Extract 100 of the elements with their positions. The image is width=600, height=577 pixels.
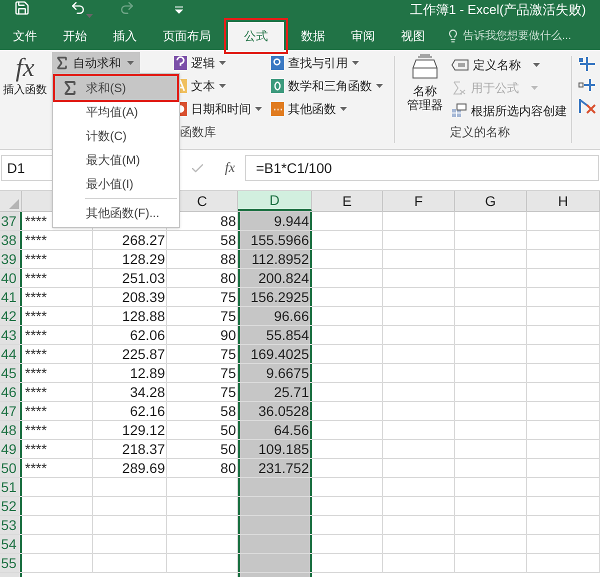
save-icon[interactable] [14,0,30,16]
sigma-icon [54,54,70,70]
insert-function-icon[interactable]: fx [224,158,235,178]
ribbon-tab[interactable]: 视图 [388,22,438,50]
table-cell: 225.87 [93,345,167,363]
table-cell: 12.89 [93,364,167,382]
table-cell: **** [22,402,93,420]
ribbon-tab[interactable]: 页面布局 [150,22,224,50]
table-cell: 62.06 [93,326,167,344]
table-cell: **** [22,307,93,325]
table-cell: 62.16 [93,402,167,420]
more-function-icon [271,102,284,116]
caret-icon [340,106,347,110]
function-category-button[interactable]: 查找与引用 [271,52,395,73]
row-header[interactable]: 51 [0,478,22,496]
row-header[interactable]: 55 [0,554,22,572]
column-header[interactable]: F [383,191,455,211]
table-cell: 128.88 [93,307,167,325]
row-header[interactable]: 46 [0,383,22,401]
table-cell: 109.185 [238,440,312,458]
formula-field[interactable]: =B1*C1/100 [245,155,599,181]
row-header[interactable]: 41 [0,288,22,306]
caret-icon [255,106,262,110]
column-header[interactable]: D [238,191,312,211]
ribbon-tab[interactable]: 插入 [100,22,150,50]
table-cell: 169.4025 [238,345,312,363]
row-header[interactable]: 49 [0,440,22,458]
lookup-function-icon [271,56,284,70]
table-cell: **** [22,440,93,458]
row-header[interactable]: 39 [0,250,22,268]
name-manager-button[interactable]: 名称 管理器 [403,54,447,149]
row-header[interactable]: 52 [0,497,22,515]
table-cell: 218.37 [93,440,167,458]
caret-icon [352,60,359,64]
table-cell: 25.71 [238,383,312,401]
caret-icon [376,84,383,88]
column-header[interactable]: G [455,191,527,211]
remove-arrows-icon[interactable] [578,98,596,114]
table-cell: 289.69 [93,459,167,477]
table-cell: **** [22,326,93,344]
name-command-button[interactable]: 根据所选内容创建 [451,100,567,121]
table-cell: **** [22,459,93,477]
row-header[interactable]: 40 [0,269,22,287]
table-icon [451,103,467,118]
row-header[interactable]: 50 [0,459,22,477]
function-category-button[interactable]: 数学和三角函数 [271,75,395,96]
table-cell: 128.29 [93,250,167,268]
row-header[interactable]: 43 [0,326,22,344]
menu-item[interactable]: 求和(S) [55,76,177,100]
menu-item[interactable]: 平均值(A) [55,100,177,124]
autosum-button[interactable]: 自动求和 [52,52,140,73]
function-category-button[interactable]: 逻辑 [174,52,271,73]
trace-precedents-icon[interactable] [578,56,596,72]
tell-me-field[interactable]: 告诉我您想要做什么... [446,22,572,50]
table-cell: 34.28 [93,383,167,401]
menu-item[interactable]: 最大值(M) [55,148,177,172]
table-cell: **** [22,383,93,401]
row-header[interactable]: 42 [0,307,22,325]
table-cell: 129.12 [93,421,167,439]
caret-icon [127,60,134,64]
group-label: 函数库 [180,124,216,141]
table-cell: **** [22,269,93,287]
table-cell: 155.5966 [238,231,312,249]
name-command-button[interactable]: 定义名称 [451,54,567,75]
ribbon-tab[interactable]: 数据 [288,22,338,50]
row-header[interactable]: 48 [0,421,22,439]
column-header[interactable]: E [312,191,383,211]
menu-item[interactable]: 计数(C) [55,124,177,148]
ribbon-tab[interactable]: 文件 [0,22,50,50]
table-cell: 96.66 [238,307,312,325]
table-cell: **** [22,421,93,439]
row-header[interactable]: 53 [0,516,22,534]
trace-dependents-icon[interactable] [578,77,596,93]
function-icon [451,80,467,94]
ribbon-tab[interactable]: 审阅 [338,22,388,50]
ribbon-tab[interactable]: 开始 [50,22,100,50]
table-cell: 36.0528 [238,402,312,420]
row-header[interactable]: 38 [0,231,22,249]
table-cell: **** [22,231,93,249]
customize-icon[interactable] [175,6,183,14]
ribbon-tab[interactable]: 公式 [228,22,284,50]
table-cell: 9.944 [238,212,312,230]
column-header[interactable]: H [527,191,600,211]
insert-function-button[interactable]: fx 插入函数 [0,50,50,149]
row-header[interactable]: 44 [0,345,22,363]
table-cell: 200.824 [238,269,312,287]
table-cell: 55.854 [238,326,312,344]
math-function-icon [271,78,284,92]
function-category-button[interactable]: 其他函数 [271,98,395,119]
caret-icon [219,84,226,88]
table-cell: **** [22,364,93,382]
group-label: 定义的名称 [450,124,510,141]
redo-icon[interactable] [119,0,135,16]
table-cell: 251.03 [93,269,167,287]
row-header[interactable]: 37 [0,212,22,230]
undo-icon[interactable] [70,0,86,16]
row-header[interactable]: 47 [0,402,22,420]
tag-icon [451,58,469,70]
row-header[interactable]: 54 [0,535,22,553]
row-header[interactable]: 45 [0,364,22,382]
